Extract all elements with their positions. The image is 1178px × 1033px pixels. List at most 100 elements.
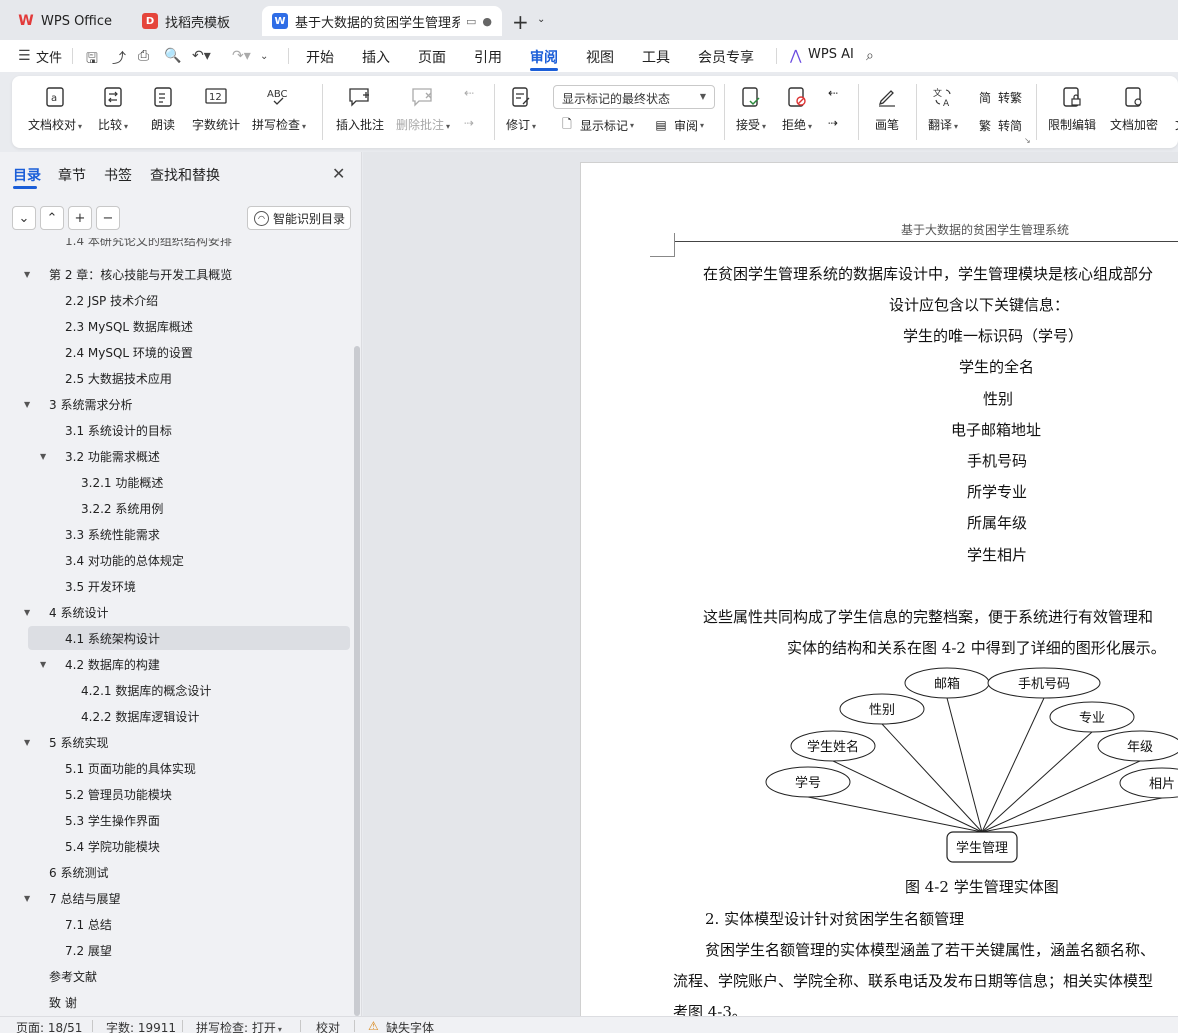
to-simplified-button[interactable]: 繁 转简: [976, 116, 1022, 134]
toc-item[interactable]: 2.3 MySQL 数据库概述: [28, 314, 350, 338]
to-traditional-button[interactable]: 简 转繁: [976, 88, 1022, 106]
toc-item[interactable]: 1.4 本研究论文的组织结构安排: [28, 238, 350, 260]
proofread-button[interactable]: a 文档校对 ▾: [28, 84, 82, 133]
previous-comment-icon[interactable]: ⇠: [464, 86, 474, 100]
translate-button[interactable]: 文A 翻译 ▾: [928, 84, 958, 133]
encrypt-button[interactable]: 文档加密: [1110, 84, 1158, 133]
chevron-up-icon[interactable]: ⌃: [40, 206, 64, 230]
sidebar-scrollbar[interactable]: [354, 346, 360, 1016]
print-preview-icon[interactable]: 🔍: [164, 48, 181, 64]
menu-home[interactable]: 开始: [306, 47, 334, 67]
expand-arrow-icon[interactable]: ▼: [40, 660, 46, 669]
expand-arrow-icon[interactable]: ▼: [24, 738, 30, 747]
spell-check-button[interactable]: ABC 拼写检查 ▾: [252, 84, 306, 133]
accept-button[interactable]: 接受 ▾: [736, 84, 766, 133]
toc-item[interactable]: 7.1 总结: [28, 912, 350, 936]
chevron-down-icon[interactable]: ⌄: [537, 14, 545, 25]
expand-arrow-icon[interactable]: ▼: [24, 400, 30, 409]
missing-font-status[interactable]: 缺失字体: [386, 1019, 434, 1033]
toc-item[interactable]: 致 谢: [28, 990, 350, 1014]
document-page[interactable]: 基于大数据的贫困学生管理系统 在贫困学生管理系统的数据库设计中，学生管理模块是核…: [580, 162, 1178, 1016]
menu-references[interactable]: 引用: [474, 47, 502, 67]
hamburger-icon[interactable]: ☰: [18, 48, 31, 64]
expand-arrow-icon[interactable]: ▼: [40, 452, 46, 461]
word-count-button[interactable]: 12 字数统计: [192, 84, 240, 133]
minus-icon[interactable]: −: [96, 206, 120, 230]
menu-view[interactable]: 视图: [586, 47, 614, 67]
expand-arrow-icon[interactable]: ▼: [24, 894, 30, 903]
toc-item[interactable]: 5.1 页面功能的具体实现: [28, 756, 350, 780]
toc-item[interactable]: 5.3 学生操作界面: [28, 808, 350, 832]
toc-item[interactable]: 3.4 对功能的总体规定: [28, 548, 350, 572]
close-icon[interactable]: ✕: [332, 164, 345, 183]
expand-corner-icon[interactable]: ↘: [1024, 136, 1031, 145]
tab-document[interactable]: W 基于大数据的贫困学生管理系统 ▭ ●: [262, 6, 502, 36]
export-icon[interactable]: ⤴: [112, 48, 126, 68]
read-aloud-button[interactable]: 朗读: [150, 84, 176, 133]
page-indicator[interactable]: 页面: 18/51: [16, 1019, 82, 1033]
tab-find-replace[interactable]: 查找和替换: [150, 165, 220, 185]
next-change-icon[interactable]: ⇢: [828, 116, 838, 130]
delete-comment-button[interactable]: 删除批注 ▾: [396, 84, 450, 133]
menu-wps-ai[interactable]: WPS AI: [808, 47, 854, 62]
show-markup-button[interactable]: 🗋 显示标记 ▾: [558, 116, 634, 134]
insert-comment-button[interactable]: 插入批注: [336, 84, 384, 133]
next-comment-icon[interactable]: ⇢: [464, 116, 474, 130]
toc-item[interactable]: 5.4 学院功能模块: [28, 834, 350, 858]
plus-icon[interactable]: +: [68, 206, 92, 230]
chevron-down-icon[interactable]: ⌄: [12, 206, 36, 230]
toc-item[interactable]: ▼ 4 系统设计: [24, 600, 350, 624]
menu-page[interactable]: 页面: [418, 47, 446, 67]
save-icon[interactable]: 🖫: [86, 48, 98, 72]
menu-tools[interactable]: 工具: [642, 47, 670, 67]
chevron-down-icon[interactable]: ⌄: [260, 51, 268, 62]
toc-item[interactable]: 3.5 开发环境: [28, 574, 350, 598]
expand-arrow-icon[interactable]: ▼: [24, 608, 30, 617]
toc-item[interactable]: 2.4 MySQL 环境的设置: [28, 340, 350, 364]
toc-item[interactable]: ▼ 3 系统需求分析: [24, 392, 350, 416]
toc-item[interactable]: 3.1 系统设计的目标: [28, 418, 350, 442]
toc-item[interactable]: 2.5 大数据技术应用: [28, 366, 350, 390]
toc-item[interactable]: 7.2 展望: [28, 938, 350, 962]
toc-item[interactable]: ▼ 7 总结与展望: [24, 886, 350, 910]
restrict-editing-button[interactable]: 限制编辑: [1048, 84, 1096, 133]
reject-button[interactable]: 拒绝 ▾: [782, 84, 812, 133]
unsaved-dot-icon[interactable]: ●: [482, 15, 492, 28]
search-icon[interactable]: ⌕: [866, 48, 874, 64]
toc-item[interactable]: 3.3 系统性能需求: [28, 522, 350, 546]
toc-item[interactable]: ▼ 3.2 功能需求概述: [28, 444, 350, 468]
toc-item[interactable]: ▼ 5 系统实现: [24, 730, 350, 754]
toc-item[interactable]: 2.2 JSP 技术介绍: [28, 288, 350, 312]
tab-wps-office[interactable]: W WPS Office: [8, 6, 124, 36]
toc-item[interactable]: 3.2.1 功能概述: [28, 470, 350, 494]
expand-arrow-icon[interactable]: ▼: [24, 270, 30, 279]
menu-membership[interactable]: 会员专享: [698, 47, 754, 67]
more-ribbon-button[interactable]: 文: [1168, 84, 1178, 133]
undo-icon[interactable]: ↶▾: [192, 48, 211, 64]
tab-chapters[interactable]: 章节: [58, 165, 86, 185]
word-count-status[interactable]: 字数: 19911: [106, 1019, 176, 1033]
print-icon[interactable]: ⎙: [138, 48, 149, 64]
toc-item[interactable]: 6 系统测试: [28, 860, 350, 884]
menu-review[interactable]: 审阅: [530, 47, 558, 67]
screen-icon[interactable]: ▭: [466, 15, 476, 28]
toc-item[interactable]: 3.2.2 系统用例: [28, 496, 350, 520]
review-pane-button[interactable]: ▤ 审阅 ▾: [652, 116, 704, 134]
toc-item[interactable]: 参考文献: [28, 964, 350, 988]
toc-item[interactable]: ▼ 4.2 数据库的构建: [28, 652, 350, 676]
previous-change-icon[interactable]: ⇠: [828, 86, 838, 100]
toc-item[interactable]: ▼ 第 2 章：核心技能与开发工具概览: [24, 262, 350, 286]
spell-check-status[interactable]: 拼写检查: 打开 ▾: [196, 1019, 282, 1033]
toc-item[interactable]: 4.2.2 数据库逻辑设计: [28, 704, 350, 728]
toc-item[interactable]: 5.2 管理员功能模块: [28, 782, 350, 806]
tab-toc[interactable]: 目录: [13, 165, 41, 185]
tab-template[interactable]: D 找稻壳模板: [132, 6, 256, 36]
markup-state-select[interactable]: 显示标记的最终状态 ▼: [553, 85, 715, 109]
toc-item[interactable]: 4.1 系统架构设计: [28, 626, 350, 650]
new-tab-icon[interactable]: +: [512, 10, 529, 34]
toc-item[interactable]: 4.2.1 数据库的概念设计: [28, 678, 350, 702]
menu-insert[interactable]: 插入: [362, 47, 390, 67]
smart-toc-button[interactable]: ◠ 智能识别目录: [247, 206, 351, 230]
tab-bookmarks[interactable]: 书签: [104, 165, 132, 185]
redo-icon[interactable]: ↷▾: [232, 48, 251, 64]
